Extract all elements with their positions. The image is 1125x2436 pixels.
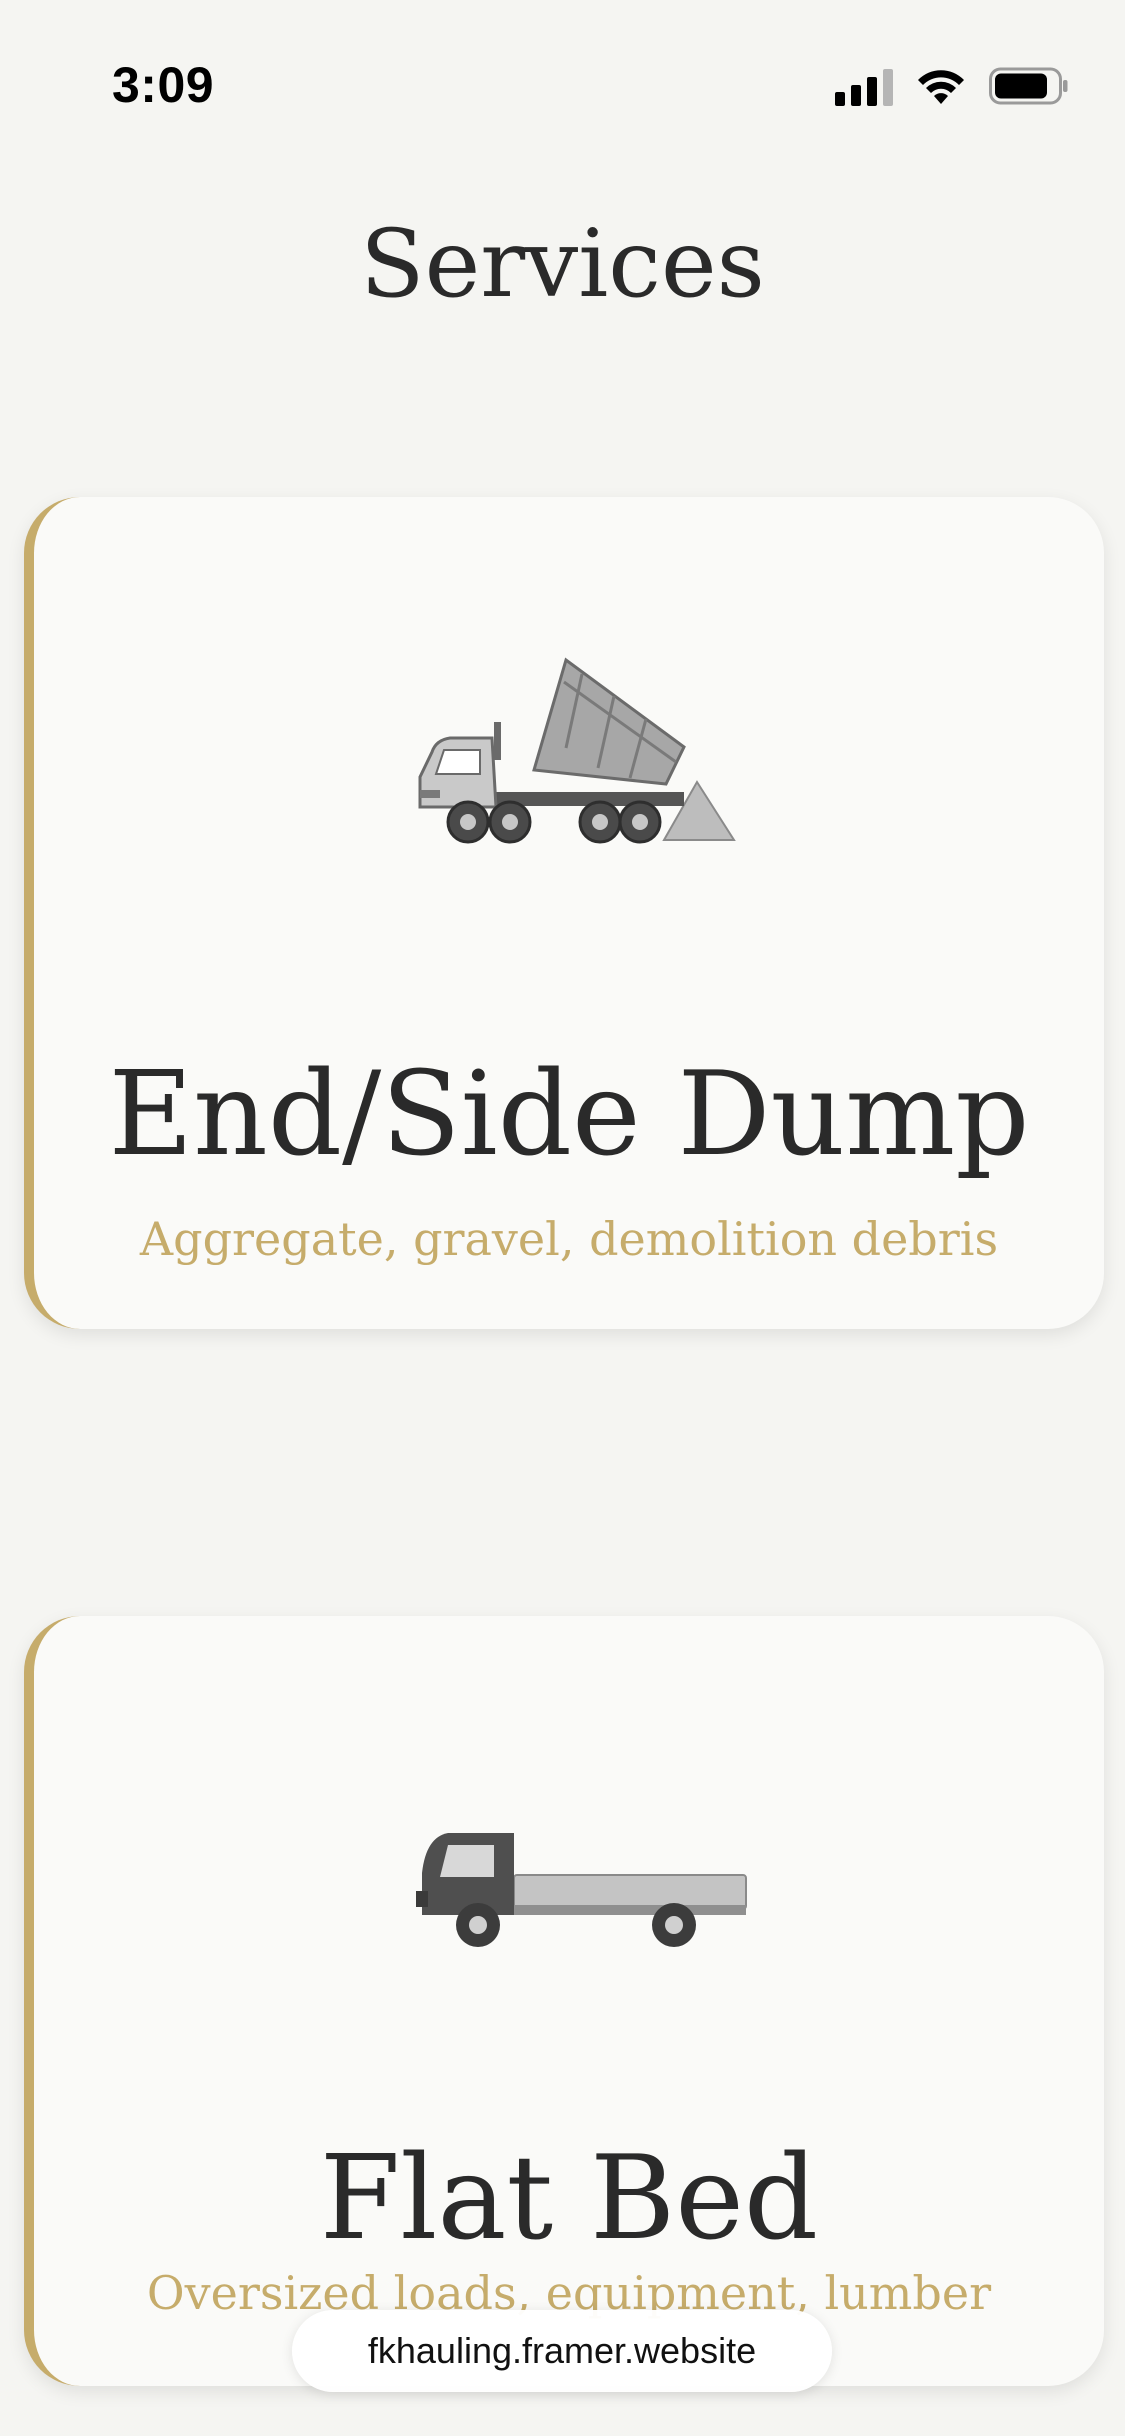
status-icons [835, 66, 1069, 106]
wifi-icon [918, 70, 964, 104]
service-subtitle: Aggregate, gravel, demolition debris [139, 1212, 999, 1266]
cellular-signal-icon [835, 66, 893, 106]
service-card-end-side-dump[interactable]: End/Side Dump Aggregate, gravel, demolit… [24, 497, 1104, 1329]
status-bar: 3:09 [0, 0, 1125, 150]
service-card-flat-bed[interactable]: Flat Bed Oversized loads, equipment, lum… [24, 1616, 1104, 2386]
page-title: Services [360, 210, 765, 319]
service-title: End/Side Dump [108, 1047, 1030, 1182]
status-time: 3:09 [112, 57, 215, 113]
flatbed-truck-icon [416, 1833, 747, 1947]
dump-truck-icon [418, 657, 736, 844]
service-title: Flat Bed [319, 2131, 819, 2266]
battery-icon [989, 67, 1068, 105]
browser-url-bar[interactable]: fkhauling.framer.website [292, 2310, 832, 2392]
